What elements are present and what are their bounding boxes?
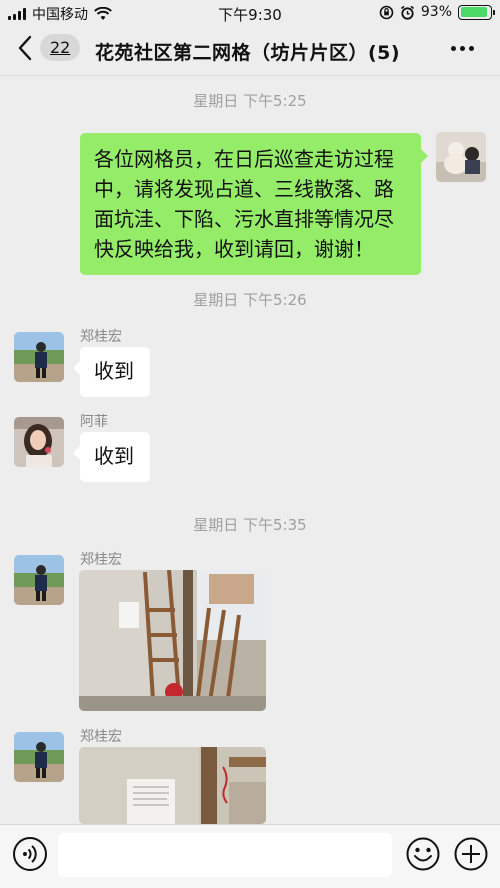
time-separator: 星期日 下午5:26	[193, 291, 307, 309]
time-separator: 星期日 下午5:35	[193, 516, 307, 534]
input-bar	[0, 824, 500, 888]
message-line: 中，请将发现占道、三线散落、路	[94, 177, 394, 201]
back-button[interactable]: 22	[18, 34, 81, 61]
unread-count-badge: 22	[40, 34, 81, 61]
message-input[interactable]	[58, 833, 392, 877]
more-dots-icon	[451, 46, 456, 51]
message-line: 快反映给我，收到请回，谢谢！	[94, 237, 374, 261]
emoji-icon[interactable]	[406, 837, 440, 871]
message-line: 面坑洼、下陷、污水直排等情况尽	[94, 207, 394, 231]
status-bar: 中国移动 下午9:30 93%	[0, 0, 500, 26]
battery-fill	[460, 7, 488, 17]
avatar-self[interactable]	[436, 132, 486, 182]
sender-name: 郑桂宏	[80, 329, 122, 345]
nav-bar: 22 花苑社区第二网格（坊片片区）(5)	[0, 26, 500, 76]
chevron-left-icon	[18, 35, 32, 60]
message-bubble-outgoing[interactable]: 各位网格员，在日后巡查走访过程 中，请将发现占道、三线散落、路 面坑洼、下陷、污…	[80, 133, 428, 275]
more-button[interactable]	[451, 46, 474, 51]
battery-icon	[458, 4, 495, 20]
message-bubble-incoming[interactable]: 收到	[73, 432, 150, 482]
message-bubble-incoming[interactable]: 收到	[73, 347, 150, 397]
photo-content	[79, 747, 266, 824]
voice-button[interactable]	[13, 837, 47, 871]
avatar-zheng[interactable]	[14, 332, 64, 382]
avatar-zheng[interactable]	[14, 555, 64, 605]
image-message[interactable]	[79, 747, 266, 824]
avatar-image	[14, 417, 64, 467]
avatar-afei[interactable]	[14, 417, 64, 467]
avatar-zheng[interactable]	[14, 732, 64, 782]
message-text: 收到	[94, 359, 134, 383]
orientation-lock-icon	[379, 5, 394, 19]
avatar-image	[14, 732, 64, 782]
plus-icon[interactable]	[454, 837, 488, 871]
image-message[interactable]	[79, 570, 266, 711]
avatar-image	[436, 132, 486, 182]
avatar-image	[14, 555, 64, 605]
chat-title: 花苑社区第二网格（坊片片区）(5)	[95, 42, 401, 64]
sender-name: 郑桂宏	[80, 552, 122, 568]
alarm-icon	[400, 5, 414, 20]
voice-icon	[23, 845, 37, 863]
sender-name: 阿菲	[80, 414, 108, 430]
status-right: 93%	[379, 4, 495, 20]
time-separator: 星期日 下午5:25	[193, 92, 307, 110]
photo-content	[79, 570, 266, 711]
avatar-image	[14, 332, 64, 382]
sender-name: 郑桂宏	[80, 729, 122, 745]
message-line: 各位网格员，在日后巡查走访过程	[94, 147, 394, 171]
message-text: 收到	[94, 444, 134, 468]
battery-percent: 93%	[420, 4, 452, 20]
